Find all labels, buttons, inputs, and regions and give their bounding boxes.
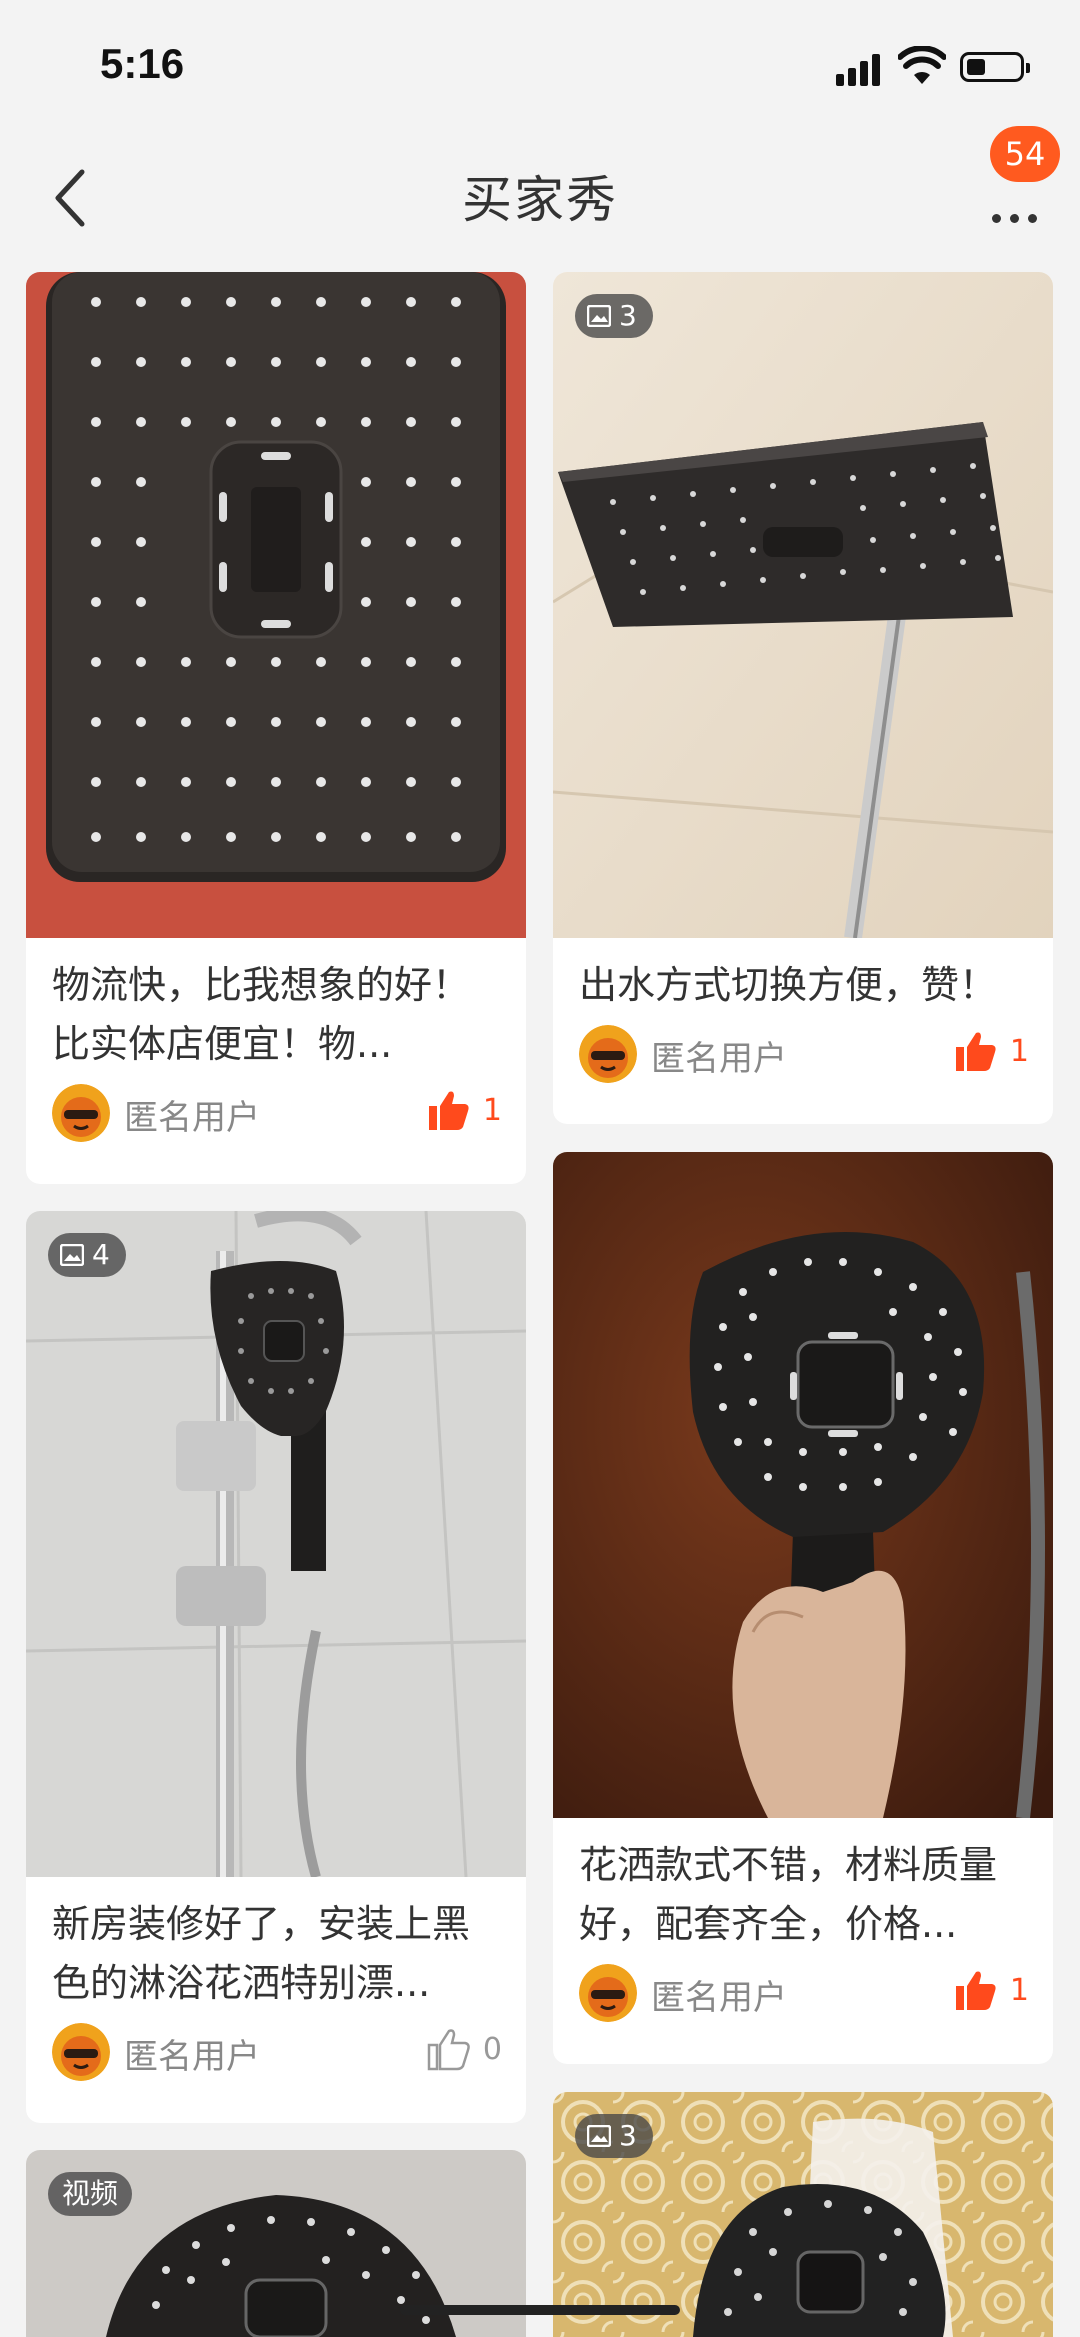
review-card[interactable]: 3 出水方式切换方便，赞！ 匿名用户 1: [553, 272, 1053, 1124]
like-count: 1: [1009, 1972, 1029, 2008]
like-button[interactable]: 1: [425, 1088, 502, 1132]
avatar: [579, 1964, 637, 2022]
review-card[interactable]: 4 新房装修好了，安装上黑色的淋浴花洒特别漂... 匿名用户 0: [26, 1211, 526, 2123]
image-count-tag: 3: [575, 294, 653, 338]
username: 匿名用户: [651, 1978, 787, 2018]
review-meta: 匿名用户 1: [553, 1954, 1053, 2034]
review-photo[interactable]: 3: [553, 272, 1053, 938]
message-count-badge: 54: [990, 126, 1060, 182]
review-card[interactable]: 花洒款式不错，材料质量好，配套齐全，价格... 匿名用户 1: [553, 1152, 1053, 2064]
status-bar: 5:16: [0, 0, 1080, 130]
navigation-bar: 买家秀: [0, 130, 1080, 260]
review-photo[interactable]: 4: [26, 1211, 526, 1877]
like-button[interactable]: 1: [952, 1968, 1029, 2012]
image-icon: [60, 1244, 84, 1266]
review-card[interactable]: 3: [553, 2092, 1053, 2337]
review-text: 新房装修好了，安装上黑色的淋浴花洒特别漂...: [52, 1902, 471, 2005]
thumbs-up-outline-icon: [427, 2029, 470, 2071]
image-count-tag: 3: [575, 2114, 653, 2158]
like-button[interactable]: 0: [425, 2027, 502, 2071]
image-icon: [587, 305, 611, 327]
video-label: 视频: [62, 2177, 119, 2210]
page-title: 买家秀: [462, 171, 618, 229]
video-tag: 视频: [48, 2172, 133, 2216]
avatar: [52, 2023, 110, 2081]
review-photo[interactable]: [26, 272, 526, 938]
home-indicator[interactable]: [400, 2305, 680, 2315]
username: 匿名用户: [124, 2037, 260, 2077]
review-text: 物流快，比我想象的好！比实体店便宜！物...: [52, 963, 471, 1066]
cellular-signal-icon: [836, 52, 882, 86]
like-button[interactable]: 1: [952, 1029, 1029, 1073]
review-meta: 匿名用户 0: [26, 2013, 526, 2093]
thumbs-up-icon: [955, 1971, 996, 2010]
like-count: 0: [482, 2031, 502, 2067]
thumbs-up-icon: [428, 1091, 469, 1130]
image-count: 4: [92, 1238, 110, 1271]
battery-icon: [960, 52, 1030, 82]
like-count: 1: [482, 1092, 502, 1128]
review-card[interactable]: 物流快，比我想象的好！比实体店便宜！物... 匿名用户 1: [26, 272, 526, 1184]
avatar: [579, 1025, 637, 1083]
review-meta: 匿名用户 1: [26, 1074, 526, 1154]
username: 匿名用户: [124, 1098, 260, 1138]
more-dots-icon: [992, 214, 1037, 223]
status-time: 5:16: [100, 40, 185, 87]
image-icon: [587, 2125, 611, 2147]
review-text: 花洒款式不错，材料质量好，配套齐全，价格...: [579, 1843, 998, 1946]
username: 匿名用户: [651, 1039, 787, 1079]
image-count-tag: 4: [48, 1233, 126, 1277]
review-text: 出水方式切换方便，赞！: [579, 963, 998, 1007]
image-count: 3: [619, 299, 637, 332]
avatar: [52, 1084, 110, 1142]
thumbs-up-icon: [955, 1032, 996, 1071]
image-count: 3: [619, 2119, 637, 2152]
review-photo[interactable]: [553, 1152, 1053, 1818]
review-meta: 匿名用户 1: [553, 1015, 1053, 1095]
like-count: 1: [1009, 1033, 1029, 1069]
wifi-icon: [898, 46, 946, 84]
review-photo[interactable]: 3: [553, 2092, 1053, 2337]
